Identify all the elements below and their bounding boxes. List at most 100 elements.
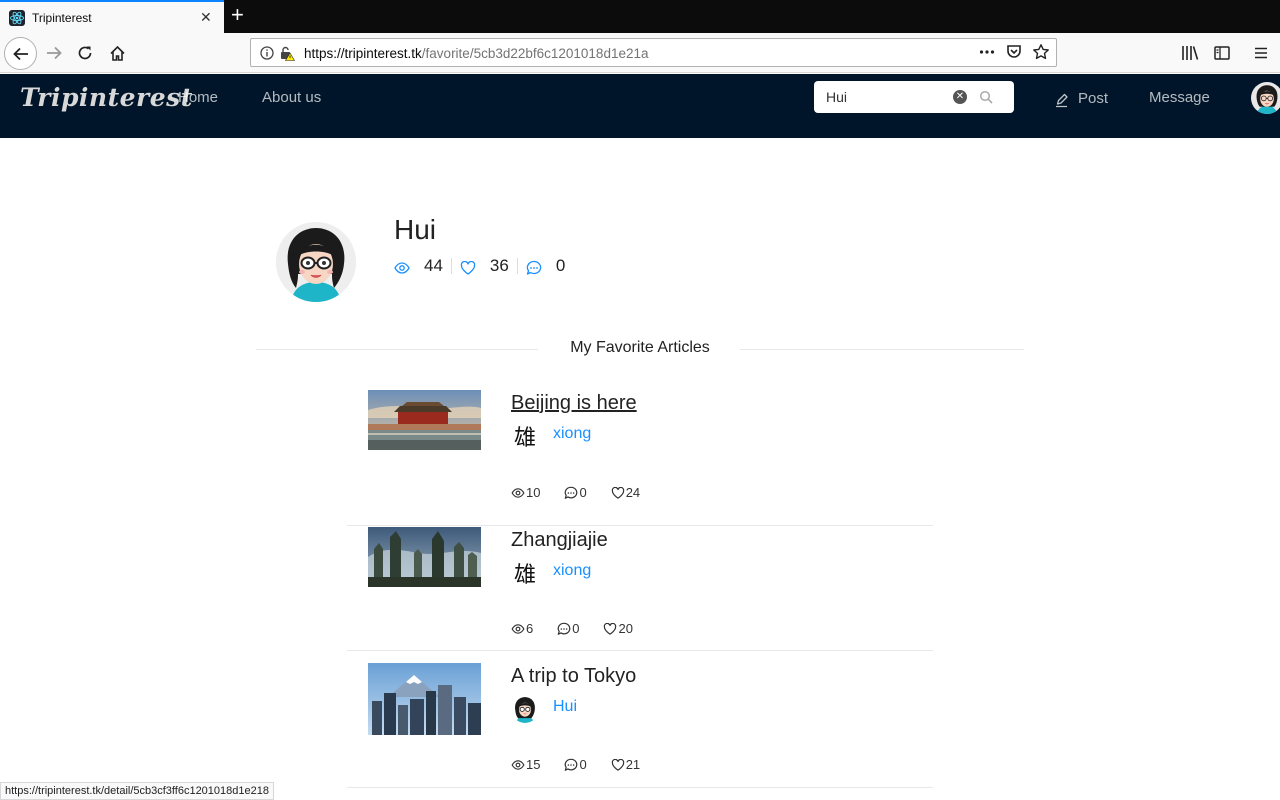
- reload-icon: [78, 46, 92, 60]
- article-stats: 15 0 21: [511, 757, 664, 772]
- views-count: 15: [526, 757, 541, 772]
- url-host: https://tripinterest.tk: [304, 46, 422, 61]
- eye-icon: [511, 623, 525, 634]
- site-logo[interactable]: Tripinterest: [20, 83, 193, 112]
- link-status-bar: https://tripinterest.tk/detail/5cb3cf3ff…: [0, 782, 274, 800]
- user-avatar-image: [1251, 82, 1280, 114]
- section-title: My Favorite Articles: [570, 339, 710, 356]
- likes-count: 24: [625, 485, 641, 500]
- likes-count: 36: [489, 256, 509, 275]
- eye-icon: [511, 759, 525, 770]
- page-actions-icon[interactable]: [978, 43, 996, 61]
- comment-icon: [565, 486, 578, 499]
- insecure-lock-icon[interactable]: [279, 45, 295, 61]
- article-title[interactable]: Zhangjiajie: [511, 529, 608, 552]
- search-input[interactable]: Hui ✕: [814, 81, 1014, 113]
- profile-avatar: [276, 222, 356, 302]
- views-count: 10: [526, 485, 541, 500]
- home-button[interactable]: [102, 38, 132, 68]
- eye-icon: [511, 487, 525, 498]
- heart-icon: [611, 486, 624, 499]
- article-stats: 10 0 24: [511, 485, 664, 500]
- article-thumbnail[interactable]: [368, 390, 481, 450]
- article-comments: 0: [564, 485, 587, 500]
- comments-stat: 0: [526, 256, 565, 276]
- library-icon[interactable]: [1181, 44, 1199, 62]
- forward-button[interactable]: [39, 38, 69, 68]
- react-favicon-icon: [9, 10, 25, 26]
- url-text: https://tripinterest.tk/favorite/5cb3d22…: [304, 46, 649, 61]
- profile-stats: 44 36 0: [394, 256, 565, 276]
- header-avatar[interactable]: [1251, 82, 1280, 114]
- browser-tab[interactable]: Tripinterest ✕: [0, 0, 224, 33]
- info-icon[interactable]: [260, 46, 274, 60]
- edit-icon: [1056, 93, 1068, 108]
- article-item: Beijing is here 雄 xiong 10 0 24: [347, 390, 933, 526]
- forbidden-city-image: [368, 390, 481, 450]
- pocket-icon[interactable]: [1005, 43, 1023, 61]
- stat-separator: [450, 258, 452, 274]
- tab-title: Tripinterest: [32, 11, 92, 25]
- back-arrow-icon: [12, 47, 28, 60]
- article-likes: 24: [611, 485, 640, 500]
- back-button[interactable]: [4, 37, 37, 70]
- article-thumbnail[interactable]: [368, 527, 481, 587]
- nav-home[interactable]: Home: [178, 89, 218, 106]
- article-comments: 0: [557, 621, 579, 636]
- article-views: 10: [511, 485, 540, 500]
- article-views: 15: [511, 757, 540, 772]
- user-avatar-image: [511, 695, 539, 723]
- browser-toolbar: https://tripinterest.tk/favorite/5cb3d22…: [0, 33, 1280, 73]
- tokyo-image: [368, 663, 481, 735]
- comment-icon: [557, 622, 571, 635]
- menu-icon[interactable]: [1252, 44, 1270, 62]
- zhangjiajie-image: [368, 527, 481, 587]
- comments-count: 0: [579, 485, 587, 500]
- sidebar-icon[interactable]: [1213, 44, 1231, 62]
- article-title[interactable]: A trip to Tokyo: [511, 665, 636, 688]
- reload-button[interactable]: [70, 38, 100, 68]
- heart-icon: [460, 261, 476, 275]
- article-likes: 20: [603, 621, 633, 636]
- comments-count: 0: [555, 256, 566, 275]
- author-avatar: 雄: [513, 563, 536, 587]
- home-icon: [109, 45, 125, 61]
- comment-icon: [526, 260, 542, 275]
- views-stat: 44: [394, 256, 443, 276]
- browser-tab-bar: Tripinterest ✕ +: [0, 0, 1280, 33]
- comment-icon: [565, 758, 578, 771]
- author-link[interactable]: Hui: [553, 698, 577, 716]
- comments-count: 0: [572, 621, 580, 636]
- article-thumbnail[interactable]: [368, 663, 481, 735]
- article-views: 6: [511, 621, 533, 636]
- article-title[interactable]: Beijing is here: [511, 392, 637, 415]
- post-link[interactable]: Post: [1054, 89, 1108, 108]
- address-bar-actions: [978, 43, 1050, 61]
- favorites-divider: My Favorite Articles: [256, 338, 1024, 360]
- clear-search-icon[interactable]: ✕: [953, 90, 967, 104]
- tab-close-icon[interactable]: ✕: [200, 9, 212, 26]
- likes-count: 21: [625, 757, 641, 772]
- user-avatar-image: [276, 222, 356, 302]
- heart-icon: [611, 758, 624, 771]
- comments-count: 0: [579, 757, 587, 772]
- address-bar[interactable]: https://tripinterest.tk/favorite/5cb3d22…: [250, 38, 1057, 67]
- article-comments: 0: [564, 757, 587, 772]
- nav-message[interactable]: Message: [1149, 89, 1210, 106]
- heart-icon: [604, 622, 617, 635]
- author-link[interactable]: xiong: [553, 425, 591, 443]
- post-label: Post: [1078, 90, 1109, 107]
- search-value: Hui: [826, 89, 848, 105]
- nav-about-us[interactable]: About us: [262, 89, 321, 106]
- author-link[interactable]: xiong: [553, 562, 591, 580]
- search-icon[interactable]: [979, 90, 993, 104]
- site-header: Tripinterest Home About us Hui ✕ Post Me…: [0, 74, 1280, 138]
- stat-separator: [516, 258, 518, 274]
- new-tab-icon[interactable]: +: [231, 4, 244, 26]
- article-item: A trip to Tokyo Hui 15 0 21: [347, 663, 933, 788]
- eye-icon: [394, 262, 410, 274]
- author-avatar: [511, 695, 539, 723]
- bookmark-star-icon[interactable]: [1032, 43, 1050, 61]
- profile-name: Hui: [394, 214, 437, 245]
- likes-count: 20: [618, 621, 633, 636]
